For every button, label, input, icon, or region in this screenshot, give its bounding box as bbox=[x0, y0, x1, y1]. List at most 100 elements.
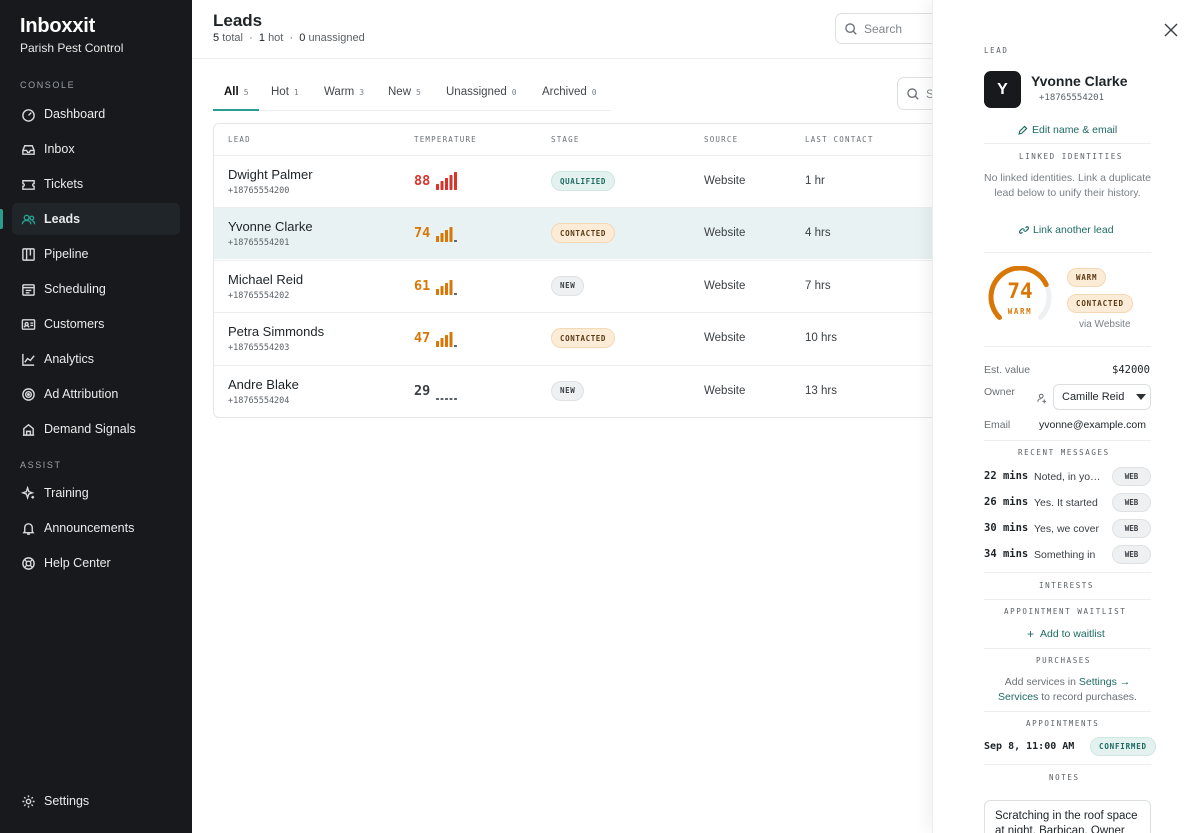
link-icon bbox=[1019, 226, 1029, 234]
page-title: Leads bbox=[213, 11, 263, 30]
link-another-label: Link another lead bbox=[1033, 224, 1114, 236]
temperature-bar bbox=[445, 282, 448, 295]
sidebar-item-label: Scheduling bbox=[44, 282, 106, 296]
sidebar-item-tickets[interactable]: Tickets bbox=[12, 168, 180, 200]
lead-name[interactable]: Dwight Palmer bbox=[228, 167, 313, 182]
est-value[interactable]: $42000 bbox=[1112, 364, 1150, 376]
lead-source: via Website bbox=[1079, 319, 1131, 330]
sidebar-item-analytics[interactable]: Analytics bbox=[12, 343, 180, 375]
column-header-last-contact[interactable]: LAST CONTACT bbox=[805, 135, 874, 144]
panel-section-label: LEAD bbox=[984, 46, 1009, 55]
sidebar-item-ad-attribution[interactable]: Ad Attribution bbox=[12, 378, 180, 410]
sidebar-item-dashboard[interactable]: Dashboard bbox=[12, 98, 180, 130]
temperature-score: 61 bbox=[414, 277, 431, 294]
temperature-bar bbox=[445, 335, 448, 348]
temperature-bar bbox=[454, 345, 457, 348]
tab-label: Warm bbox=[324, 86, 355, 98]
sidebar-item-settings[interactable]: Settings bbox=[12, 785, 180, 817]
tab-new[interactable]: New 5 bbox=[388, 86, 421, 110]
sidebar-item-announcements[interactable]: Announcements bbox=[12, 512, 180, 544]
add-to-waitlist-button[interactable]: + Add to waitlist bbox=[1027, 627, 1105, 641]
channel-badge: WEB bbox=[1112, 545, 1151, 564]
sidebar-item-scheduling[interactable]: Scheduling bbox=[12, 273, 180, 305]
pipeline-icon bbox=[20, 246, 36, 262]
sidebar-item-help-center[interactable]: Help Center bbox=[12, 547, 180, 579]
tab-archived[interactable]: Archived 0 bbox=[542, 86, 597, 110]
column-header-lead[interactable]: LEAD bbox=[228, 135, 251, 144]
column-header-stage[interactable]: STAGE bbox=[551, 135, 580, 144]
ticket-icon bbox=[20, 176, 36, 192]
column-header-source[interactable]: SOURCE bbox=[704, 135, 738, 144]
tab-count: 5 bbox=[243, 88, 249, 97]
tab-hot[interactable]: Hot 1 bbox=[271, 86, 299, 110]
chart-line-icon bbox=[20, 351, 36, 367]
tab-count: 1 bbox=[293, 88, 299, 97]
user-assign-icon bbox=[1037, 393, 1047, 404]
temperature-bar bbox=[436, 184, 439, 190]
sidebar-item-pipeline[interactable]: Pipeline bbox=[12, 238, 180, 270]
sidebar-item-label: Ad Attribution bbox=[44, 387, 119, 401]
message-time: 30 mins bbox=[984, 522, 1029, 534]
table-row[interactable]: Dwight Palmer +18765554200 88 QUALIFIED Webs… bbox=[214, 155, 942, 207]
temperature-bar bbox=[449, 175, 453, 190]
divider bbox=[984, 711, 1151, 712]
tab-all[interactable]: All 5 bbox=[224, 86, 249, 110]
lead-name[interactable]: Michael Reid bbox=[228, 272, 303, 287]
edit-name-email-link[interactable]: Edit name & email bbox=[1017, 124, 1117, 136]
stage-badge: NEW bbox=[551, 275, 585, 296]
temperature-bar bbox=[449, 279, 453, 295]
temperature-bar bbox=[436, 288, 439, 295]
tab-count: 3 bbox=[359, 88, 365, 97]
temperature-bar bbox=[454, 172, 457, 190]
divider bbox=[984, 346, 1151, 347]
hot-label: hot bbox=[268, 32, 284, 44]
close-icon[interactable] bbox=[1163, 22, 1179, 38]
temperature-bars-icon bbox=[436, 397, 457, 400]
owner-select[interactable]: Camille Reid bbox=[1053, 384, 1151, 410]
sidebar-item-leads[interactable]: Leads bbox=[0, 203, 180, 235]
pencil-icon bbox=[1018, 125, 1028, 135]
message-time: 34 mins bbox=[984, 548, 1029, 560]
temperature-bar bbox=[440, 233, 444, 243]
link-another-lead-link[interactable]: Link another lead bbox=[1019, 224, 1114, 236]
email-label: Email bbox=[984, 419, 1011, 431]
column-header-temperature[interactable]: TEMPERATURE bbox=[414, 135, 477, 144]
temperature-bars-icon bbox=[436, 172, 457, 190]
temperature-bar bbox=[445, 178, 448, 190]
temperature-bar bbox=[436, 397, 439, 400]
appointment-time[interactable]: Sep 8, 11:00 AM bbox=[984, 741, 1074, 752]
sidebar-item-inbox[interactable]: Inbox bbox=[12, 133, 180, 165]
stage-badge: CONTACTED bbox=[551, 223, 616, 244]
lead-name[interactable]: Yvonne Clarke bbox=[228, 219, 313, 234]
table-row[interactable]: Yvonne Clarke +18765554201 74 CONTACTED Webs… bbox=[214, 207, 942, 260]
table-row[interactable]: Michael Reid +18765554202 61 NEW Website 7 hr… bbox=[214, 259, 942, 312]
table-row[interactable]: Andre Blake +18765554204 29 NEW Website 13 hr… bbox=[214, 364, 942, 417]
tab-unassigned[interactable]: Unassigned 0 bbox=[446, 86, 517, 110]
sidebar-item-customers[interactable]: Customers bbox=[12, 308, 180, 340]
interests-label: INTERESTS bbox=[1039, 581, 1095, 590]
email-value[interactable]: yvonne@example.com bbox=[1039, 419, 1146, 431]
sidebar-item-label: Tickets bbox=[44, 177, 84, 191]
sidebar-item-demand-signals[interactable]: Demand Signals bbox=[12, 413, 180, 445]
tab-warm[interactable]: Warm 3 bbox=[324, 86, 364, 110]
sidebar-item-label: Settings bbox=[44, 794, 90, 808]
users-icon bbox=[20, 211, 36, 227]
divider bbox=[984, 143, 1151, 144]
sidebar-item-training[interactable]: Training bbox=[12, 477, 180, 509]
lead-name[interactable]: Andre Blake bbox=[228, 377, 299, 392]
id-card-icon bbox=[20, 316, 36, 332]
lead-name[interactable]: Petra Simmonds bbox=[228, 324, 324, 339]
sidebar-item-label: Inbox bbox=[44, 142, 75, 156]
global-search-input[interactable]: Search bbox=[835, 13, 945, 44]
table-row[interactable]: Petra Simmonds +18765554203 47 CONTACTED Web… bbox=[214, 312, 942, 364]
notes-textarea[interactable]: Scratching in the roof space at night. B… bbox=[984, 800, 1151, 833]
last-contact: 10 hrs bbox=[805, 332, 837, 345]
brand-logo[interactable]: Inboxxit bbox=[20, 15, 95, 38]
assist-section-label: ASSIST bbox=[20, 460, 62, 470]
last-contact: 7 hrs bbox=[805, 279, 831, 292]
plus-icon: + bbox=[1027, 627, 1035, 641]
org-name: Parish Pest Control bbox=[20, 41, 124, 55]
tab-label: Unassigned bbox=[446, 86, 507, 98]
sidebar-item-label: Demand Signals bbox=[44, 422, 136, 436]
lead-detail-panel: LEAD Y Yvonne Clarke +18765554201 Edit n… bbox=[932, 0, 1200, 833]
